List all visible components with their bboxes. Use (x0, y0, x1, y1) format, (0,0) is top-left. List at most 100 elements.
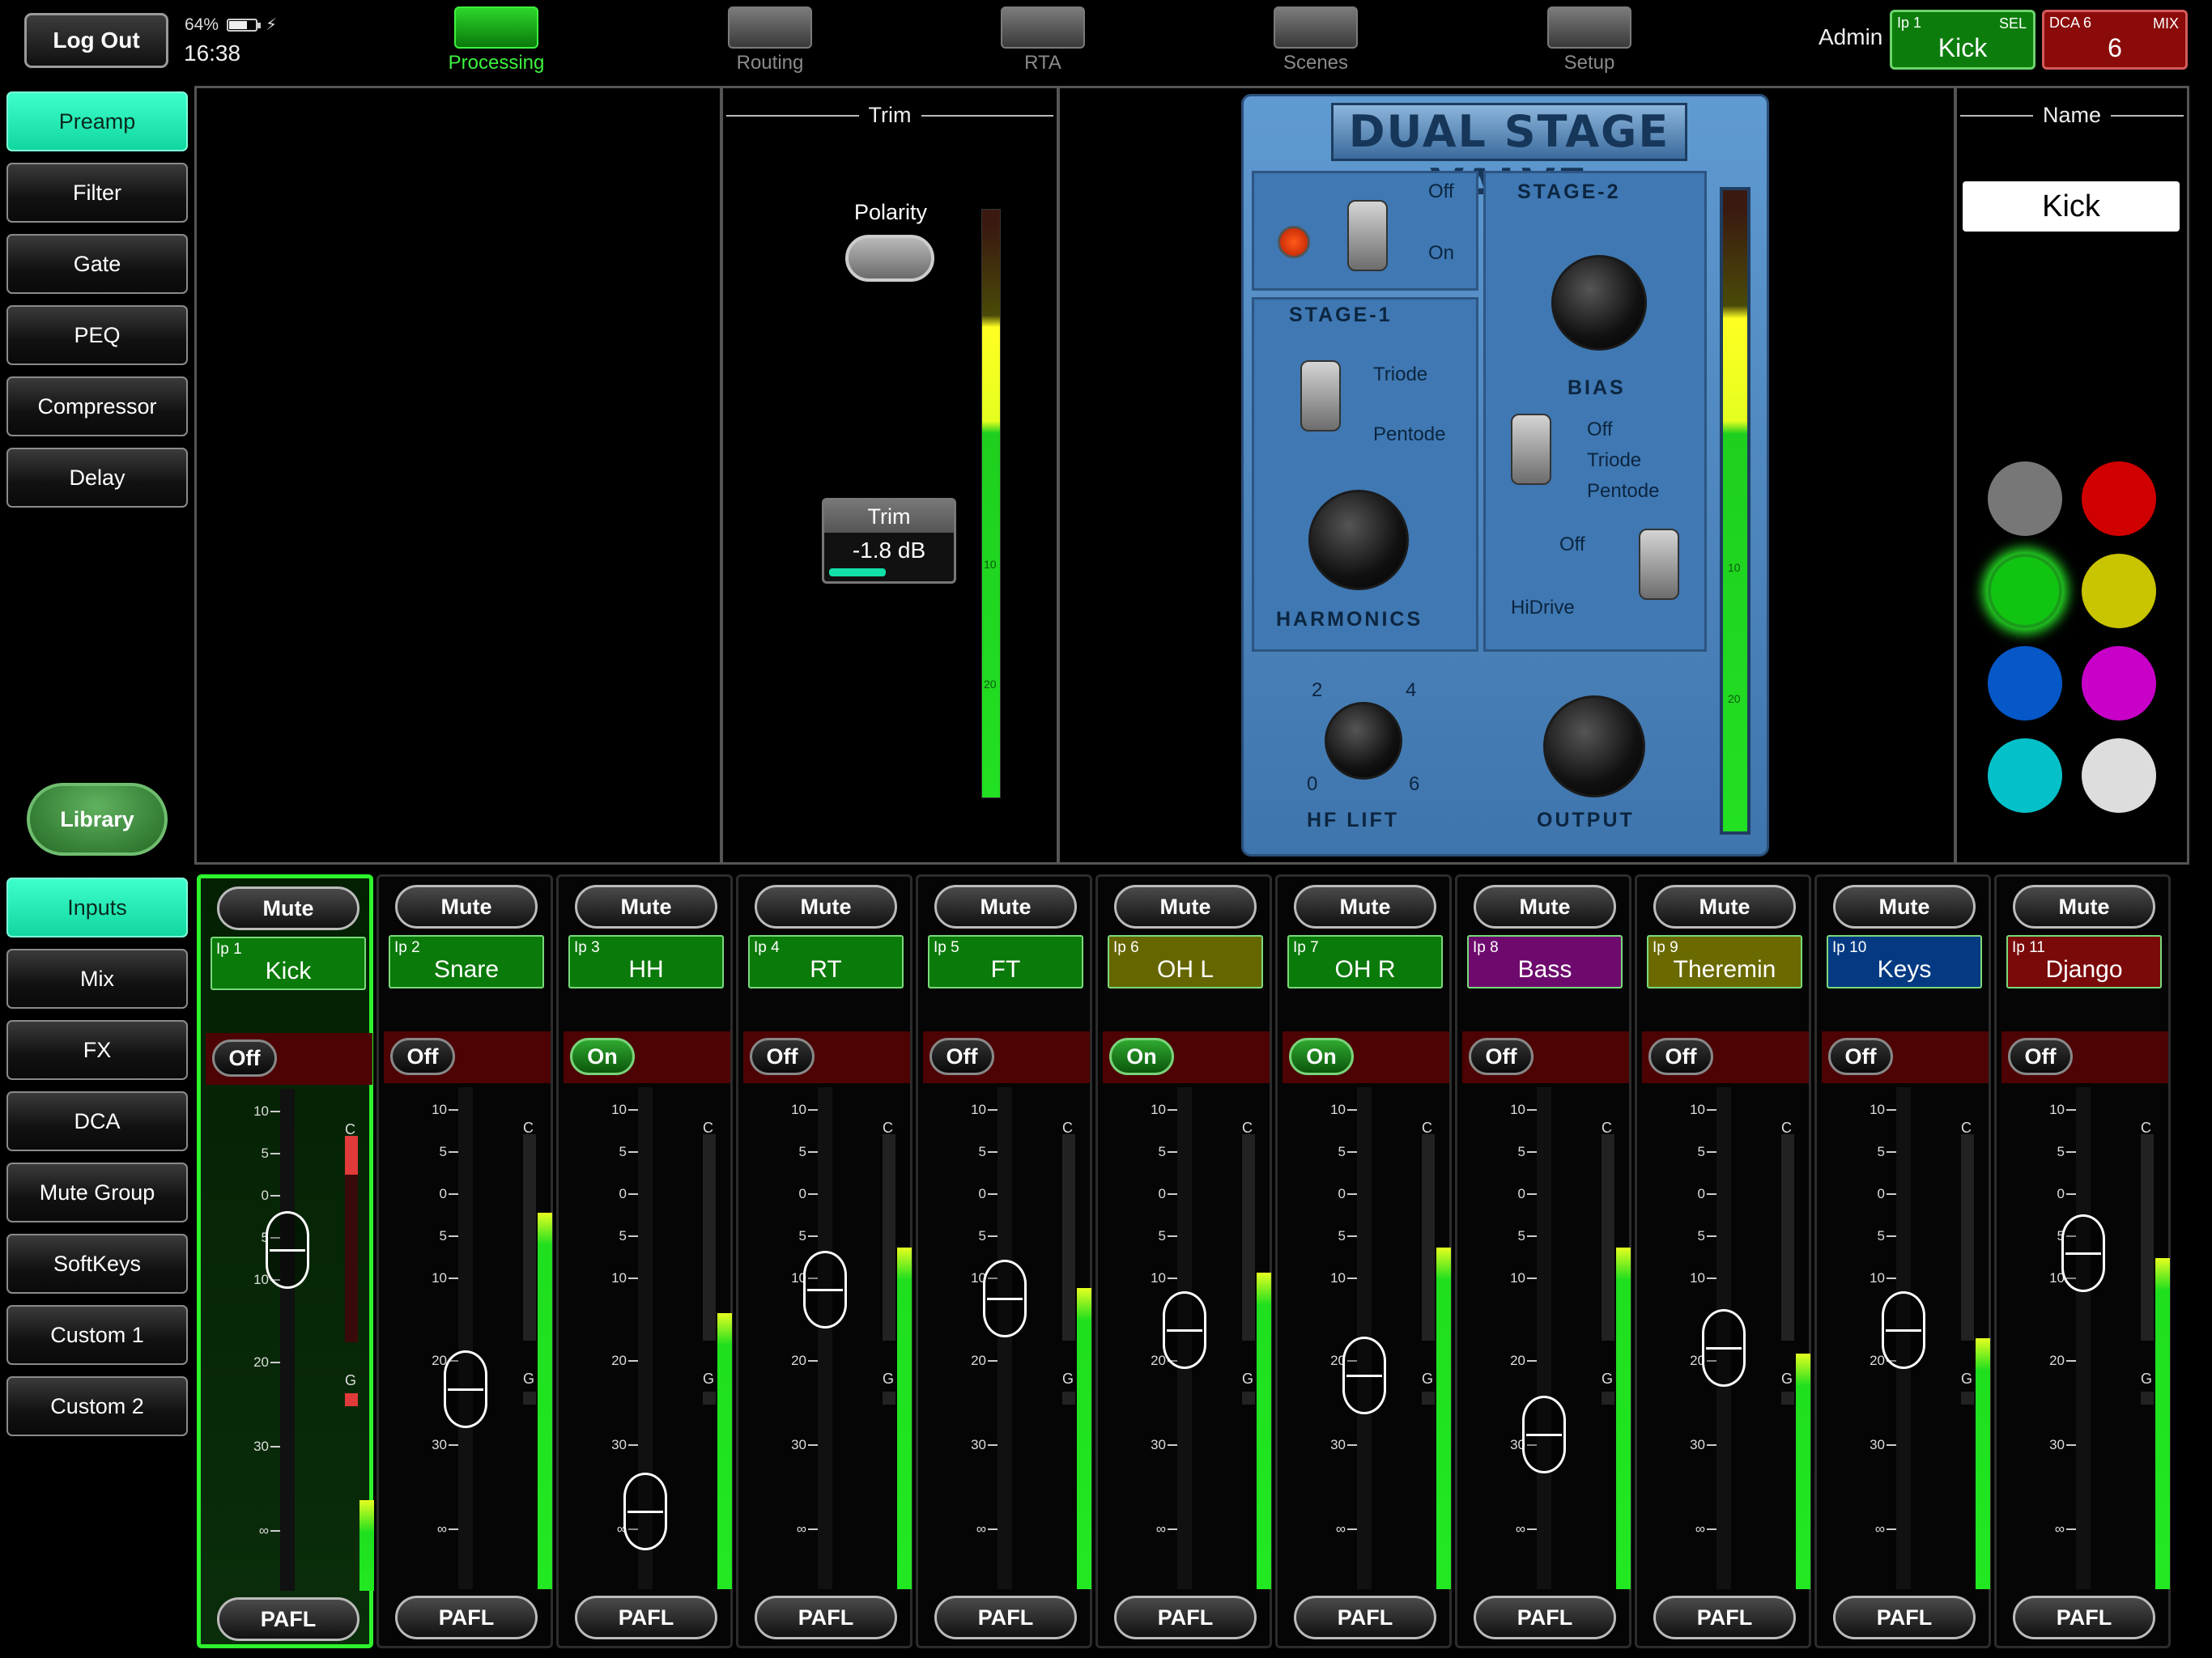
insert-toggle[interactable]: Off (390, 1038, 455, 1075)
fader-knob[interactable] (1882, 1291, 1925, 1369)
fader-knob[interactable] (266, 1211, 309, 1289)
fader-track[interactable] (280, 1089, 374, 1591)
harmonics-knob[interactable] (1308, 490, 1409, 590)
pafl-button[interactable]: PAFL (2013, 1596, 2155, 1639)
color-swatch[interactable] (2082, 646, 2156, 721)
mute-button[interactable]: Mute (1833, 885, 1976, 929)
selected-channel-button[interactable]: Ip 1 SEL Kick (1890, 10, 2035, 70)
pafl-button[interactable]: PAFL (395, 1596, 538, 1639)
logout-button[interactable]: Log Out (24, 13, 168, 68)
mute-button[interactable]: Mute (1474, 885, 1616, 929)
fader-track[interactable] (458, 1087, 552, 1589)
color-swatch[interactable] (1988, 738, 2062, 813)
insert-toggle[interactable]: Off (750, 1038, 815, 1075)
pafl-button[interactable]: PAFL (1833, 1596, 1976, 1639)
mute-button[interactable]: Mute (395, 885, 538, 929)
channel-name-button[interactable]: Ip 7 OH R (1287, 935, 1443, 988)
pafl-button[interactable]: PAFL (575, 1596, 717, 1639)
fader-track[interactable] (2076, 1087, 2170, 1589)
tab-processing[interactable]: Processing (436, 6, 557, 79)
hidrive-toggle[interactable] (1639, 529, 1679, 600)
tab-rta[interactable]: RTA (982, 6, 1104, 79)
pafl-button[interactable]: PAFL (1653, 1596, 1796, 1639)
pafl-button[interactable]: PAFL (934, 1596, 1077, 1639)
fader-knob[interactable] (983, 1260, 1027, 1337)
fader-knob[interactable] (2061, 1214, 2105, 1292)
fader-knob[interactable] (1522, 1396, 1566, 1473)
side-mix[interactable]: Mix (6, 949, 188, 1009)
mute-button[interactable]: Mute (2013, 885, 2155, 929)
color-swatch[interactable] (1988, 554, 2062, 628)
mute-button[interactable]: Mute (217, 886, 359, 930)
insert-toggle[interactable]: On (570, 1038, 635, 1075)
insert-toggle[interactable]: On (1289, 1038, 1354, 1075)
fader-knob[interactable] (803, 1251, 847, 1329)
fader-track[interactable] (1537, 1087, 1631, 1589)
side-inputs[interactable]: Inputs (6, 878, 188, 937)
stage2-mode-toggle[interactable] (1511, 414, 1551, 485)
pafl-button[interactable]: PAFL (1474, 1596, 1616, 1639)
mute-button[interactable]: Mute (934, 885, 1077, 929)
pafl-button[interactable]: PAFL (217, 1597, 359, 1641)
polarity-button[interactable] (845, 235, 934, 282)
tab-scenes[interactable]: Scenes (1255, 6, 1376, 79)
color-swatch[interactable] (1988, 646, 2062, 721)
dca-mix-button[interactable]: DCA 6 MIX 6 (2042, 10, 2188, 70)
mute-button[interactable]: Mute (1653, 885, 1796, 929)
channel-name-button[interactable]: Ip 3 HH (568, 935, 724, 988)
insert-toggle[interactable]: Off (1648, 1038, 1713, 1075)
pafl-button[interactable]: PAFL (1294, 1596, 1436, 1639)
side-fx[interactable]: FX (6, 1020, 188, 1080)
color-swatch[interactable] (2082, 738, 2156, 813)
fader-knob[interactable] (1163, 1291, 1206, 1369)
channel-name-button[interactable]: Ip 1 Kick (211, 937, 366, 990)
side-filter[interactable]: Filter (6, 163, 188, 223)
channel-name-button[interactable]: Ip 4 RT (748, 935, 904, 988)
side-custom-2[interactable]: Custom 2 (6, 1376, 188, 1436)
channel-name-button[interactable]: Ip 9 Theremin (1647, 935, 1802, 988)
side-peq[interactable]: PEQ (6, 305, 188, 365)
insert-toggle[interactable]: Off (1828, 1038, 1893, 1075)
mute-button[interactable]: Mute (1294, 885, 1436, 929)
mute-button[interactable]: Mute (755, 885, 897, 929)
pafl-button[interactable]: PAFL (755, 1596, 897, 1639)
side-custom-1[interactable]: Custom 1 (6, 1305, 188, 1365)
pafl-button[interactable]: PAFL (1114, 1596, 1257, 1639)
color-swatch[interactable] (2082, 461, 2156, 536)
channel-name-button[interactable]: Ip 8 Bass (1467, 935, 1623, 988)
library-button[interactable]: Library (27, 783, 168, 856)
side-compressor[interactable]: Compressor (6, 376, 188, 436)
channel-name-input[interactable]: Kick (1963, 181, 2180, 232)
insert-toggle[interactable]: Off (212, 1039, 277, 1077)
insert-toggle[interactable]: Off (929, 1038, 994, 1075)
color-swatch[interactable] (1988, 461, 2062, 536)
channel-name-button[interactable]: Ip 2 Snare (389, 935, 544, 988)
output-knob[interactable] (1543, 695, 1645, 797)
fader-knob[interactable] (444, 1350, 487, 1428)
color-swatch[interactable] (2082, 554, 2156, 628)
insert-toggle[interactable]: On (1109, 1038, 1174, 1075)
trim-control[interactable]: Trim -1.8 dB (822, 498, 956, 584)
fader-knob[interactable] (1702, 1309, 1746, 1387)
channel-name-button[interactable]: Ip 10 Keys (1827, 935, 1982, 988)
channel-name-button[interactable]: Ip 5 FT (928, 935, 1083, 988)
tab-setup[interactable]: Setup (1529, 6, 1650, 79)
stage1-mode-toggle[interactable] (1300, 360, 1341, 432)
fader-track[interactable] (998, 1087, 1091, 1589)
side-dca[interactable]: DCA (6, 1091, 188, 1151)
side-preamp[interactable]: Preamp (6, 91, 188, 151)
fader-knob[interactable] (623, 1473, 667, 1550)
power-toggle[interactable] (1347, 200, 1388, 271)
channel-name-button[interactable]: Ip 6 OH L (1108, 935, 1263, 988)
mute-button[interactable]: Mute (1114, 885, 1257, 929)
mute-button[interactable]: Mute (575, 885, 717, 929)
side-gate[interactable]: Gate (6, 234, 188, 294)
side-softkeys[interactable]: SoftKeys (6, 1234, 188, 1294)
bias-knob[interactable] (1551, 255, 1647, 351)
hf-lift-knob[interactable] (1325, 702, 1402, 780)
side-mute-group[interactable]: Mute Group (6, 1163, 188, 1222)
fader-knob[interactable] (1342, 1337, 1386, 1414)
tab-routing[interactable]: Routing (709, 6, 831, 79)
insert-toggle[interactable]: Off (2008, 1038, 2073, 1075)
channel-name-button[interactable]: Ip 11 Django (2006, 935, 2162, 988)
